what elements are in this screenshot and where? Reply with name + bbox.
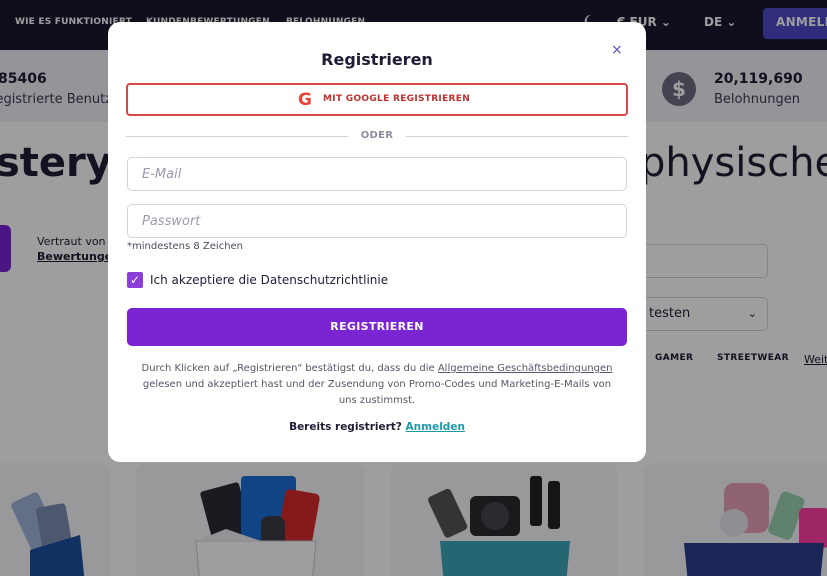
divider-line — [406, 136, 628, 137]
email-placeholder: E-Mail — [142, 167, 182, 182]
privacy-checkbox[interactable]: ✓ — [127, 272, 143, 288]
register-modal: Registrieren × G MIT GOOGLE REGISTRIEREN… — [108, 22, 646, 462]
modal-title: Registrieren — [321, 50, 433, 69]
already-registered: Bereits registriert? Anmelden — [108, 421, 646, 433]
password-placeholder: Passwort — [142, 214, 201, 229]
privacy-label[interactable]: Ich akzeptiere die Datenschutzrichtlinie — [150, 273, 388, 287]
google-register-label: MIT GOOGLE REGISTRIEREN — [323, 94, 471, 104]
email-field[interactable]: E-Mail — [127, 157, 627, 191]
already-registered-text: Bereits registriert? — [289, 421, 402, 433]
google-register-button[interactable]: G MIT GOOGLE REGISTRIEREN — [126, 83, 628, 116]
close-icon[interactable]: × — [611, 42, 623, 58]
password-field[interactable]: Passwort — [127, 204, 627, 238]
legal-suffix: gelesen und akzeptiert hast und der Zuse… — [142, 379, 612, 406]
terms-link[interactable]: Allgemeine Geschäftsbedingungen — [438, 363, 613, 374]
password-hint: *mindestens 8 Zeichen — [127, 241, 244, 252]
google-icon: G — [298, 90, 312, 110]
register-button[interactable]: REGISTRIEREN — [127, 308, 627, 346]
legal-prefix: Durch Klicken auf „Registrieren" bestäti… — [141, 363, 435, 374]
login-link[interactable]: Anmelden — [406, 421, 465, 433]
legal-text: Durch Klicken auf „Registrieren" bestäti… — [138, 361, 616, 409]
